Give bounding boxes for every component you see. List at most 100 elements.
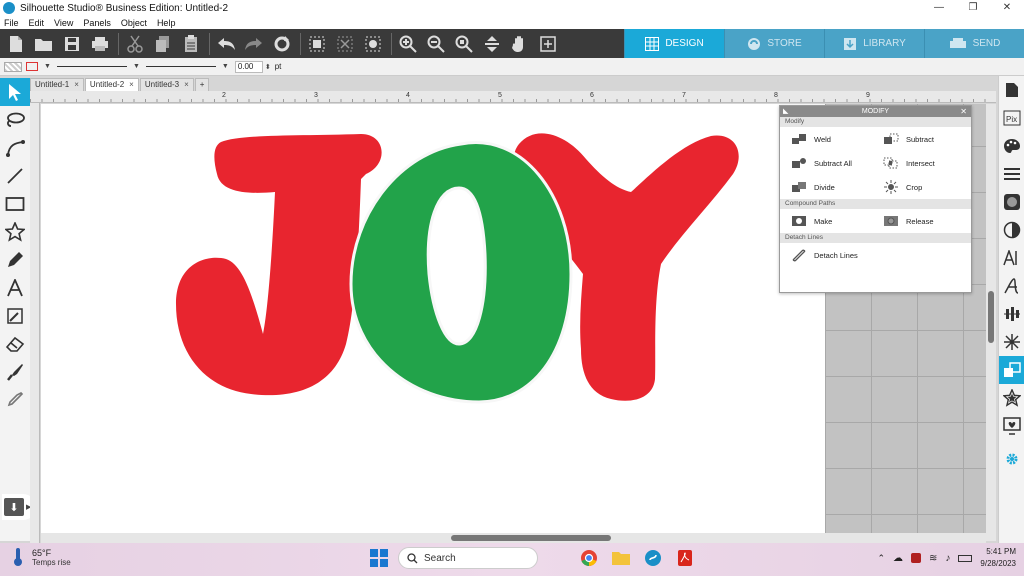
line-width-input[interactable]: 0.00 — [234, 60, 263, 73]
menu-object[interactable]: Object — [121, 18, 147, 28]
taskbar-search[interactable]: Search — [398, 547, 538, 569]
weather-widget[interactable]: 65°F Temps rise — [12, 547, 71, 567]
line-style-sample[interactable] — [56, 66, 127, 67]
intersect-button[interactable]: Intersect — [872, 156, 964, 170]
paste-icon[interactable] — [179, 32, 203, 56]
line-width-sample[interactable] — [145, 66, 216, 67]
group-icon[interactable] — [305, 32, 329, 56]
save-icon[interactable] — [60, 32, 84, 56]
menu-help[interactable]: Help — [157, 18, 176, 28]
point-edit-tool[interactable] — [0, 106, 30, 134]
page-setup-button[interactable] — [999, 76, 1024, 104]
line-tool[interactable] — [0, 162, 30, 190]
open-folder-icon[interactable] — [32, 32, 56, 56]
horizontal-scrollbar[interactable] — [41, 533, 986, 543]
replicate-icon[interactable] — [361, 32, 385, 56]
menu-edit[interactable]: Edit — [29, 18, 45, 28]
knife-tool[interactable] — [0, 358, 30, 386]
subtract-all-button[interactable]: Subtract All — [780, 156, 872, 170]
fill-swatch[interactable] — [4, 61, 22, 72]
stepper-icon[interactable]: ⬍ — [265, 63, 271, 71]
battery-icon[interactable] — [958, 554, 973, 562]
line-color-swatch[interactable] — [26, 62, 38, 71]
redraw-icon[interactable] — [270, 32, 294, 56]
volume-icon[interactable]: ♪ — [945, 553, 950, 564]
ungroup-icon[interactable] — [333, 32, 357, 56]
tab-library[interactable]: LIBRARY — [824, 29, 924, 58]
modify-panel-header[interactable]: ◣ MODIFY ✕ — [780, 106, 971, 117]
tray-app-icon[interactable] — [911, 553, 922, 563]
fill-panel-button[interactable] — [999, 132, 1024, 160]
align-panel-button[interactable] — [999, 300, 1024, 328]
horizontal-scroll-thumb[interactable] — [451, 535, 611, 541]
network-cloud-icon[interactable]: ☁ — [893, 553, 903, 564]
pan-hand-icon[interactable] — [508, 32, 532, 56]
text-tool[interactable] — [0, 274, 30, 302]
doc-tab-untitled-2[interactable]: Untitled-2 × — [84, 78, 139, 91]
sketch-tool[interactable] — [0, 302, 30, 330]
image-effects-button[interactable] — [999, 188, 1024, 216]
close-tab-icon[interactable]: × — [129, 80, 134, 89]
offset-panel-button[interactable] — [999, 384, 1024, 412]
crop-button[interactable]: Crop — [872, 180, 964, 194]
chevron-up-icon[interactable]: ⌃ — [877, 553, 885, 564]
tab-store[interactable]: STORE — [724, 29, 824, 58]
copy-icon[interactable] — [151, 32, 175, 56]
chevron-down-icon[interactable]: ▼ — [222, 63, 229, 70]
font-panel-button[interactable] — [999, 272, 1024, 300]
new-document-icon[interactable] — [4, 32, 28, 56]
wifi-icon[interactable]: ≋ — [929, 553, 937, 564]
doc-tab-untitled-1[interactable]: Untitled-1 × — [30, 78, 84, 91]
menu-file[interactable]: File — [4, 18, 19, 28]
fit-to-page-icon[interactable] — [480, 32, 504, 56]
redo-icon[interactable] — [242, 32, 266, 56]
close-button[interactable]: ✕ — [990, 0, 1024, 16]
release-compound-button[interactable]: Release — [872, 214, 964, 228]
chevron-down-icon[interactable]: ▼ — [44, 63, 51, 70]
minimize-button[interactable]: — — [922, 0, 956, 16]
tab-send[interactable]: SEND — [924, 29, 1024, 58]
modify-panel-button[interactable] — [999, 356, 1024, 384]
settings-button[interactable] — [999, 445, 1024, 473]
close-tab-icon[interactable]: × — [184, 80, 189, 89]
close-tab-icon[interactable]: × — [74, 80, 79, 89]
doc-tab-untitled-3[interactable]: Untitled-3 × — [139, 78, 194, 91]
collapse-panel-icon[interactable]: ◣ — [783, 106, 788, 117]
windows-start-icon[interactable] — [370, 549, 388, 567]
select-tool[interactable] — [0, 78, 30, 106]
text-style-button[interactable] — [999, 244, 1024, 272]
drawing-tool[interactable] — [0, 246, 30, 274]
zoom-select-icon[interactable] — [452, 32, 476, 56]
undo-icon[interactable] — [214, 32, 238, 56]
trace-panel-button[interactable] — [999, 412, 1024, 440]
zoom-out-icon[interactable] — [424, 32, 448, 56]
transform-panel-button[interactable] — [999, 328, 1024, 356]
menu-panels[interactable]: Panels — [83, 18, 111, 28]
vertical-scrollbar[interactable] — [986, 104, 996, 541]
letter-o-shape[interactable] — [349, 141, 573, 404]
zoom-in-icon[interactable] — [396, 32, 420, 56]
polygon-tool[interactable] — [0, 218, 30, 246]
add-tab-button[interactable]: + — [194, 78, 210, 91]
print-icon[interactable] — [88, 32, 112, 56]
rectangle-tool[interactable] — [0, 190, 30, 218]
weld-button[interactable]: Weld — [780, 132, 872, 146]
joy-design[interactable] — [41, 104, 825, 541]
close-panel-icon[interactable]: ✕ — [960, 106, 967, 117]
add-page-icon[interactable] — [536, 32, 560, 56]
silhouette-app[interactable] — [642, 547, 664, 569]
menu-view[interactable]: View — [54, 18, 73, 28]
maximize-button[interactable]: ❐ — [956, 0, 990, 16]
subtract-button[interactable]: Subtract — [872, 132, 964, 146]
detach-lines-button[interactable]: Detach Lines — [780, 248, 960, 262]
chevron-down-icon[interactable]: ▼ — [133, 63, 140, 70]
tab-design[interactable]: DESIGN — [624, 29, 724, 58]
eraser-tool[interactable] — [0, 330, 30, 358]
curve-tool[interactable] — [0, 134, 30, 162]
image-trace-button[interactable] — [999, 216, 1024, 244]
chrome-app[interactable] — [578, 547, 600, 569]
cut-icon[interactable] — [123, 32, 147, 56]
file-explorer-app[interactable] — [610, 547, 632, 569]
divide-button[interactable]: Divide — [780, 180, 872, 194]
vertical-scroll-thumb[interactable] — [988, 291, 994, 343]
